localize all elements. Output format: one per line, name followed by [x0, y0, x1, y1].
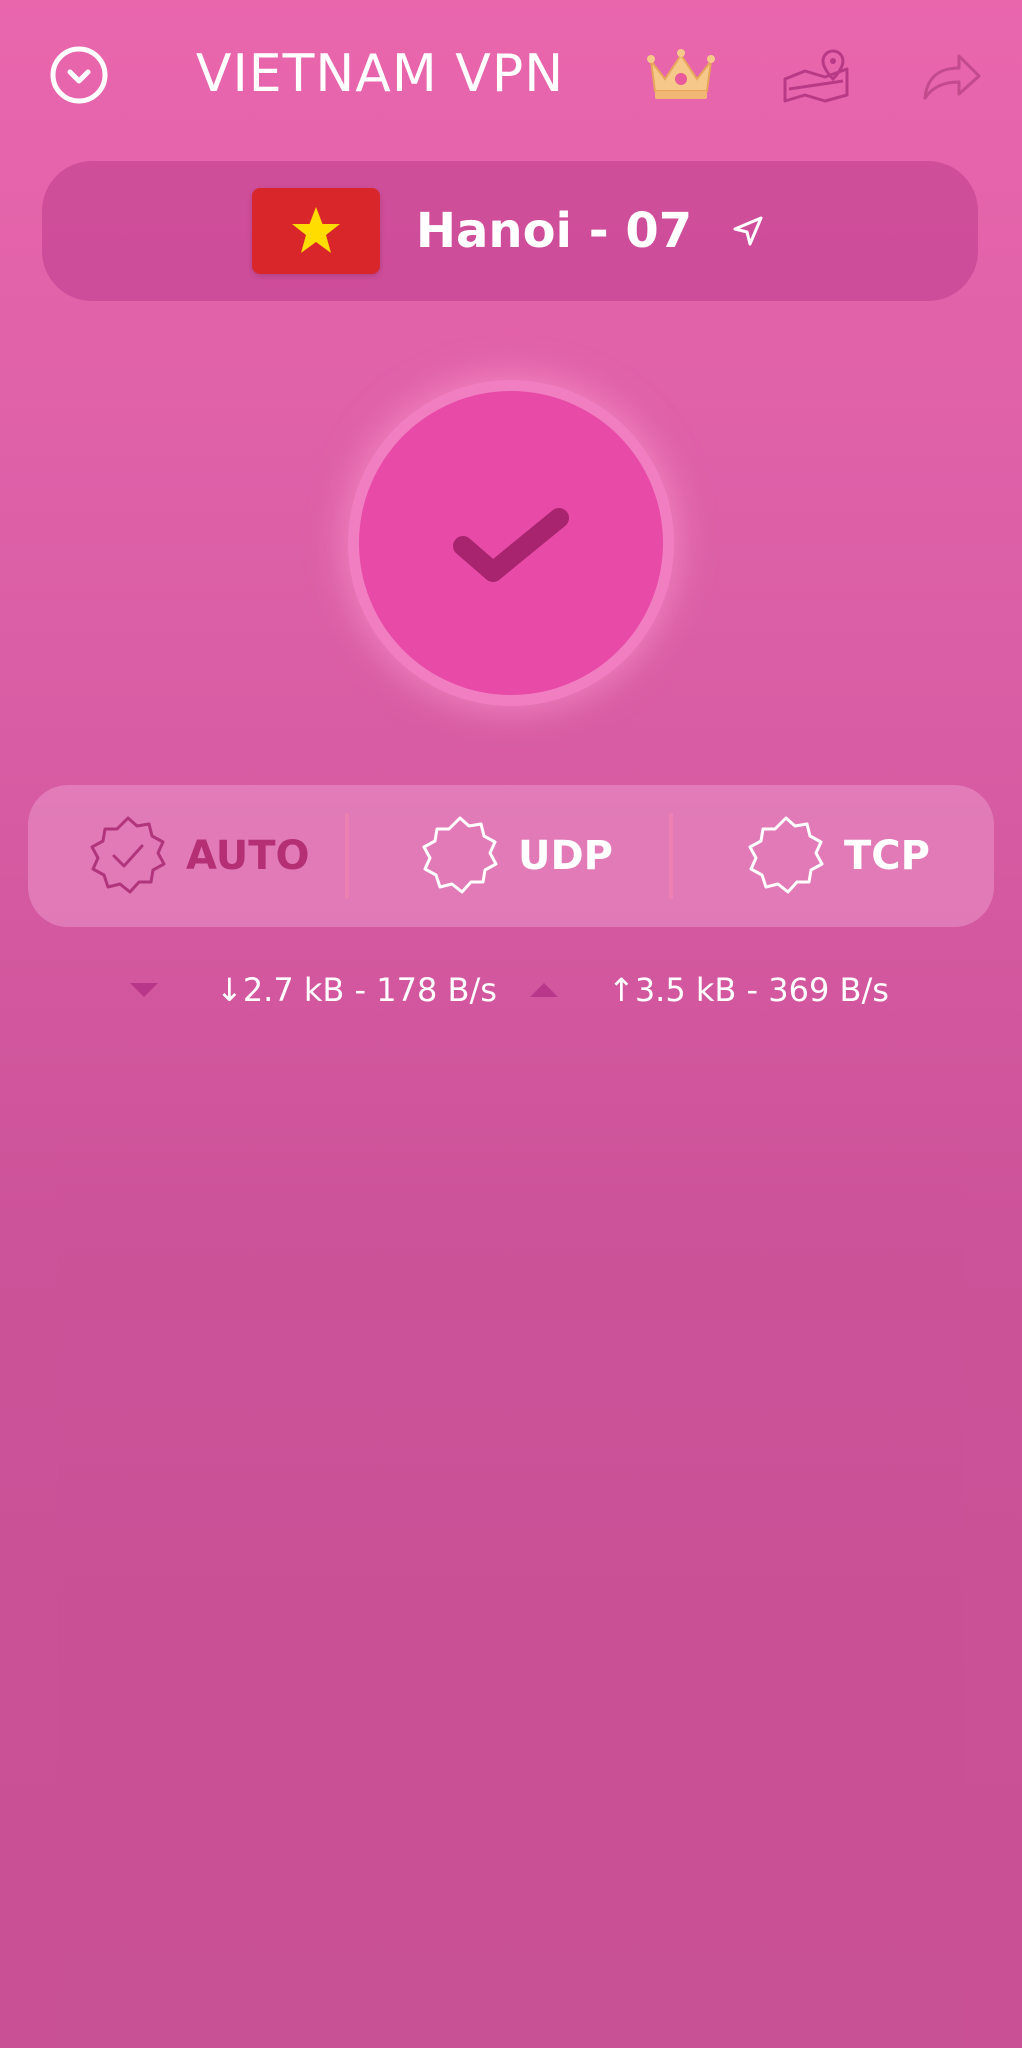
protocol-auto-label: AUTO — [186, 833, 310, 879]
share-icon[interactable] — [918, 40, 984, 110]
vietnam-flag-icon — [251, 188, 380, 274]
connect-button[interactable] — [348, 380, 674, 706]
checkmark-icon — [453, 508, 569, 582]
divider — [345, 813, 349, 899]
upload-stats: ↑3.5 kB - 369 B/s — [530, 965, 889, 1015]
navigation-arrow-icon — [728, 211, 768, 251]
download-stats: ↓2.7 kB - 178 B/s — [130, 965, 497, 1015]
crown-icon[interactable] — [643, 40, 719, 110]
map-pin-icon[interactable] — [778, 40, 856, 110]
content-area — [58, 1060, 964, 2048]
connect-button-inner — [359, 391, 663, 695]
server-selector[interactable]: Hanoi - 07 — [42, 161, 978, 301]
badge-check-icon — [90, 816, 166, 894]
upload-value: ↑3.5 kB - 369 B/s — [608, 971, 889, 1009]
download-value: ↓2.7 kB - 178 B/s — [216, 971, 497, 1009]
badge-icon — [422, 816, 498, 894]
chevron-down-circle-icon[interactable] — [44, 40, 114, 110]
protocol-auto[interactable]: AUTO — [84, 785, 310, 927]
protocol-udp-label: UDP — [518, 833, 613, 879]
divider — [669, 813, 673, 899]
download-triangle-icon — [130, 983, 158, 997]
app-title: VIETNAM VPN — [195, 44, 565, 104]
app-header: VIETNAM VPN — [0, 0, 1022, 150]
badge-icon — [748, 816, 824, 894]
protocol-tcp-label: TCP — [844, 833, 930, 879]
protocol-selector: AUTO UDP TCP — [28, 785, 994, 927]
upload-triangle-icon — [530, 983, 558, 997]
protocol-udp[interactable]: UDP — [416, 785, 613, 927]
server-name: Hanoi - 07 — [415, 203, 693, 259]
protocol-tcp[interactable]: TCP — [742, 785, 930, 927]
